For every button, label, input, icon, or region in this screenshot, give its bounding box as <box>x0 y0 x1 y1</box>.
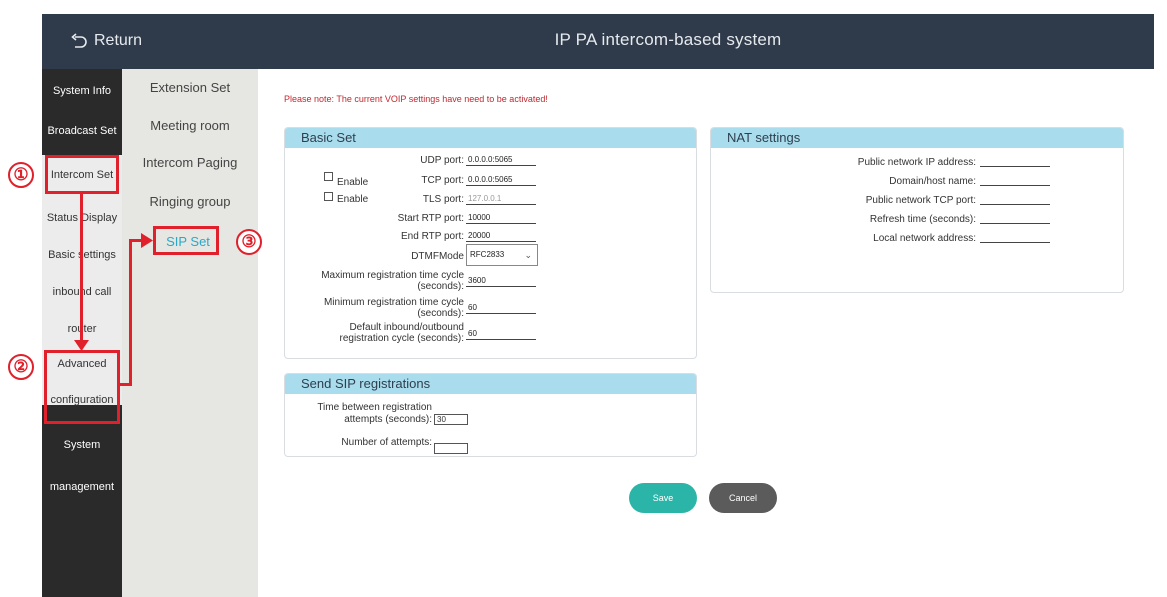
domain-input[interactable] <box>980 176 1050 186</box>
annotation-number-1: ① <box>8 162 34 188</box>
submenu-meeting-room[interactable]: Meeting room <box>122 118 258 133</box>
annotation-number-2: ② <box>8 354 34 380</box>
connector-line-1 <box>80 194 83 344</box>
menu-management[interactable]: management <box>42 481 122 493</box>
save-button[interactable]: Save <box>629 483 697 513</box>
tcp-enable-checkbox[interactable] <box>324 172 337 181</box>
menu-system-info[interactable]: System Info <box>42 85 122 97</box>
tls-port-label: TLS port: <box>422 194 464 205</box>
default-reg-label: Default inbound/outbound registration cy… <box>300 322 465 344</box>
top-header: Return IP PA intercom-based system <box>42 14 1154 69</box>
start-rtp-label: Start RTP port: <box>397 213 464 224</box>
domain-label: Domain/host name: <box>889 176 976 187</box>
default-reg-input[interactable]: 60 <box>466 329 536 340</box>
checkbox-icon <box>324 192 333 201</box>
nat-settings-panel: NAT settings <box>710 127 1124 293</box>
reg-interval-label-line1: Time between registration <box>317 402 432 413</box>
arrow-down-icon <box>74 340 89 351</box>
annotation-number-3: ③ <box>236 229 262 255</box>
public-ip-input[interactable] <box>980 157 1050 167</box>
udp-port-input[interactable]: 0.0.0.0:5065 <box>466 155 536 166</box>
send-sip-title: Send SIP registrations <box>285 374 696 394</box>
attempts-label: Number of attempts: <box>341 437 432 448</box>
refresh-time-input[interactable] <box>980 214 1050 224</box>
arrow-right-icon <box>141 233 153 248</box>
cancel-button[interactable]: Cancel <box>709 483 777 513</box>
tls-port-input[interactable]: 127.0.0.1 <box>466 194 536 205</box>
end-rtp-input[interactable]: 20000 <box>466 231 536 242</box>
chevron-down-icon: ⌄ <box>524 250 532 260</box>
tls-enable-label: Enable <box>337 194 369 205</box>
dtmf-mode-value: RFC2833 <box>470 250 505 259</box>
activation-note: Please note: The current VOIP settings h… <box>284 94 548 104</box>
max-reg-label-line2: (seconds): <box>417 281 464 292</box>
tcp-enable-label: Enable <box>337 177 369 188</box>
public-tcp-label: Public network TCP port: <box>865 195 976 206</box>
default-reg-label-line2: registration cycle (seconds): <box>339 333 465 344</box>
submenu-ringing-group[interactable]: Ringing group <box>122 194 258 209</box>
reg-interval-input[interactable]: 30 <box>434 414 468 425</box>
local-address-label: Local network address: <box>873 233 976 244</box>
max-reg-label: Maximum registration time cycle (seconds… <box>300 270 464 292</box>
highlight-intercom-set <box>45 155 119 194</box>
local-address-input[interactable] <box>980 233 1050 243</box>
start-rtp-input[interactable]: 10000 <box>466 213 536 224</box>
min-reg-label: Minimum registration time cycle (seconds… <box>300 297 464 319</box>
menu-broadcast-set[interactable]: Broadcast Set <box>42 125 122 137</box>
refresh-time-label: Refresh time (seconds): <box>869 214 976 225</box>
default-reg-label-line1: Default inbound/outbound <box>349 322 464 333</box>
nat-settings-title: NAT settings <box>711 128 1123 148</box>
reg-interval-label-line2: attempts (seconds): <box>344 414 432 425</box>
menu-system[interactable]: System <box>42 439 122 451</box>
dtmf-mode-select[interactable]: RFC2833 ⌄ <box>466 244 538 266</box>
submenu-extension-set[interactable]: Extension Set <box>122 80 258 95</box>
max-reg-label-line1: Maximum registration time cycle <box>321 270 464 281</box>
checkbox-icon <box>324 172 333 181</box>
tcp-port-label: TCP port: <box>421 175 464 186</box>
dtmf-mode-label: DTMFMode <box>411 251 464 262</box>
attempts-input[interactable] <box>434 443 468 454</box>
sub-menu: Extension Set Meeting room Intercom Pagi… <box>122 69 258 597</box>
max-reg-input[interactable]: 3600 <box>466 276 536 287</box>
public-ip-label: Public network IP address: <box>857 157 976 168</box>
highlight-sip-set <box>153 226 219 255</box>
udp-port-label: UDP port: <box>420 155 464 166</box>
min-reg-input[interactable]: 60 <box>466 303 536 314</box>
basic-set-title: Basic Set <box>285 128 696 148</box>
tcp-port-input[interactable]: 0.0.0.0:5065 <box>466 175 536 186</box>
submenu-intercom-paging[interactable]: Intercom Paging <box>122 155 258 170</box>
highlight-advanced-configuration <box>44 350 120 424</box>
app-title: IP PA intercom-based system <box>554 30 782 49</box>
end-rtp-label: End RTP port: <box>401 231 464 242</box>
connector-line-2b <box>129 239 132 386</box>
min-reg-label-line2: (seconds): <box>417 308 464 319</box>
tls-enable-checkbox[interactable] <box>324 192 337 201</box>
min-reg-label-line1: Minimum registration time cycle <box>323 297 464 308</box>
public-tcp-input[interactable] <box>980 195 1050 205</box>
